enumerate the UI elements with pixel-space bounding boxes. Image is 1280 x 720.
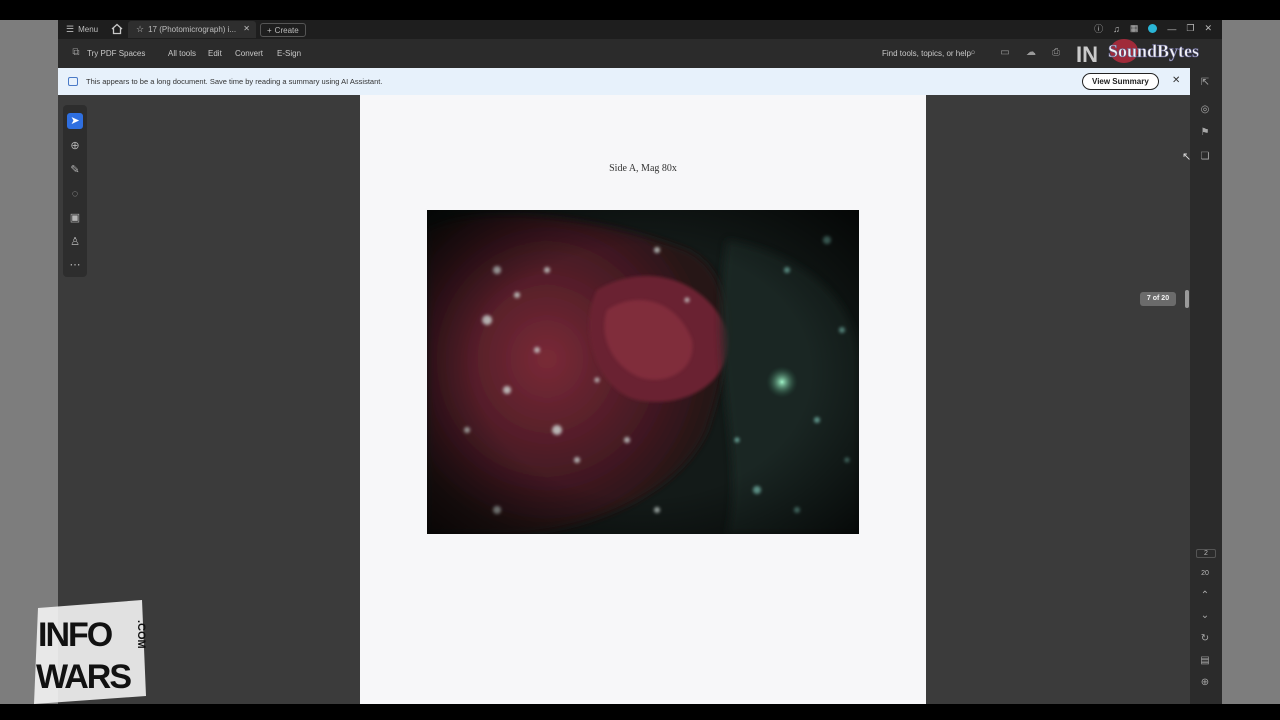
scrollbar-thumb[interactable] <box>1185 290 1189 308</box>
hamburger-icon: ☰ <box>66 24 75 34</box>
banner-message: This appears to be a long document. Save… <box>86 77 383 86</box>
infowars-side: .COM <box>135 620 146 649</box>
document-tab[interactable]: ☆ 17 (Photomicrograph) i... ✕ <box>128 21 256 38</box>
esign-menu[interactable]: E-Sign <box>277 49 301 58</box>
star-icon[interactable]: ☆ <box>136 24 144 35</box>
page-indicator-badge: 7 of 20 <box>1140 292 1176 306</box>
search-icon[interactable]: ⌕ <box>967 47 979 59</box>
all-tools-menu[interactable]: All tools <box>168 49 196 58</box>
create-label: Create <box>274 25 299 35</box>
maximize-icon[interactable]: ❐ <box>1186 23 1194 34</box>
text-box-icon[interactable]: ▣ <box>67 210 83 226</box>
soundbytes-text: SoundBytes <box>1108 41 1199 61</box>
app-titlebar: ☰ Menu ☆ 17 (Photomicrograph) i... ✕ + C… <box>58 20 1222 39</box>
total-pages-label: 20 <box>1201 570 1209 577</box>
pdf-page: Side A, Mag 80x <box>360 95 926 704</box>
zoom-icon[interactable]: ⊕ <box>67 138 83 154</box>
rotate-icon[interactable]: ↻ <box>1198 632 1212 646</box>
help-icon[interactable]: ⓘ <box>1094 22 1103 35</box>
zoom-in-icon[interactable]: ⊕ <box>1198 676 1212 690</box>
pdf-spaces-icon: ⧉ <box>72 47 80 58</box>
menu-button[interactable]: ☰ Menu <box>66 24 98 35</box>
profile-avatar[interactable] <box>1148 24 1158 33</box>
current-page-field[interactable]: 2 <box>1196 549 1216 558</box>
apps-grid-icon[interactable]: ▦ <box>1130 23 1139 34</box>
lasso-icon[interactable]: ◌ <box>67 186 83 202</box>
search-field[interactable]: Find tools, topics, or help <box>882 49 971 58</box>
video-letterbox-bottom <box>0 704 1280 720</box>
ai-summary-banner: This appears to be a long document. Save… <box>58 68 1190 95</box>
menu-label: Menu <box>78 25 99 34</box>
mouse-cursor-icon: ↖ <box>1182 151 1192 163</box>
stamp-icon[interactable]: ♙ <box>67 234 83 250</box>
video-side-right <box>1222 20 1280 704</box>
infowars-line2: WARS <box>36 658 131 696</box>
print-icon[interactable]: ⎙ <box>1050 47 1062 59</box>
plus-icon: + <box>267 25 272 35</box>
ai-assistant-icon[interactable]: ▭ <box>999 47 1011 59</box>
page-down-icon[interactable]: ⌄ <box>1198 609 1212 623</box>
home-icon[interactable] <box>110 22 124 36</box>
export-pdf-icon[interactable]: ⇱ <box>1198 76 1212 90</box>
minimize-icon[interactable]: — <box>1167 24 1176 34</box>
bell-icon[interactable]: ♫ <box>1113 24 1120 34</box>
page-up-icon[interactable]: ⌃ <box>1198 589 1212 603</box>
main-toolbar: ⧉ Try PDF Spaces All tools Edit Convert … <box>58 39 1222 68</box>
more-tools-icon[interactable]: ⋯ <box>67 257 83 273</box>
infowars-line1: INFO <box>38 616 113 654</box>
infowars-overlay-text: IN <box>1076 42 1098 67</box>
right-sidebar: ⇱ ◎ ⚑ ❏ 2 20 ⌃ ⌄ ↻ ▤ ⊕ <box>1190 68 1222 704</box>
page-caption: Side A, Mag 80x <box>609 163 677 174</box>
banner-close-icon[interactable]: ✕ <box>1172 75 1180 86</box>
tab-title: 17 (Photomicrograph) i... <box>148 25 237 34</box>
document-workspace[interactable]: ➤ ⊕ ✎ ◌ ▣ ♙ ⋯ Side A, Mag 80x 7 of 20 <box>58 95 1190 704</box>
window-close-icon[interactable]: ✕ <box>1204 23 1212 34</box>
pen-icon[interactable]: ✎ <box>67 162 83 178</box>
window-controls: ⓘ ♫ ▦ — ❐ ✕ <box>1094 22 1212 35</box>
pdf-spaces-link[interactable]: Try PDF Spaces <box>87 49 145 58</box>
upload-cloud-icon[interactable]: ☁ <box>1025 47 1037 59</box>
ai-assistant-banner-icon <box>68 77 78 86</box>
convert-menu[interactable]: Convert <box>235 49 263 58</box>
video-letterbox-top <box>0 0 1280 20</box>
create-button[interactable]: + Create <box>260 23 306 37</box>
bookmark-icon[interactable]: ⚑ <box>1198 126 1212 140</box>
select-cursor-icon[interactable]: ➤ <box>67 113 83 129</box>
infowars-watermark: INFO WARS .COM <box>34 600 146 704</box>
micrograph-render <box>427 210 859 534</box>
tab-close-icon[interactable]: ✕ <box>243 24 250 33</box>
soundbytes-watermark: IN SoundBytes <box>1076 39 1199 67</box>
photomicrograph-image <box>427 210 859 534</box>
copy-pages-icon[interactable]: ❏ <box>1198 150 1212 164</box>
page-thumbnail-icon[interactable]: ▤ <box>1198 654 1212 668</box>
view-summary-button[interactable]: View Summary <box>1082 73 1159 90</box>
comment-icon[interactable]: ◎ <box>1198 103 1212 117</box>
quick-tools-panel: ➤ ⊕ ✎ ◌ ▣ ♙ ⋯ <box>63 105 87 277</box>
edit-menu[interactable]: Edit <box>208 49 222 58</box>
